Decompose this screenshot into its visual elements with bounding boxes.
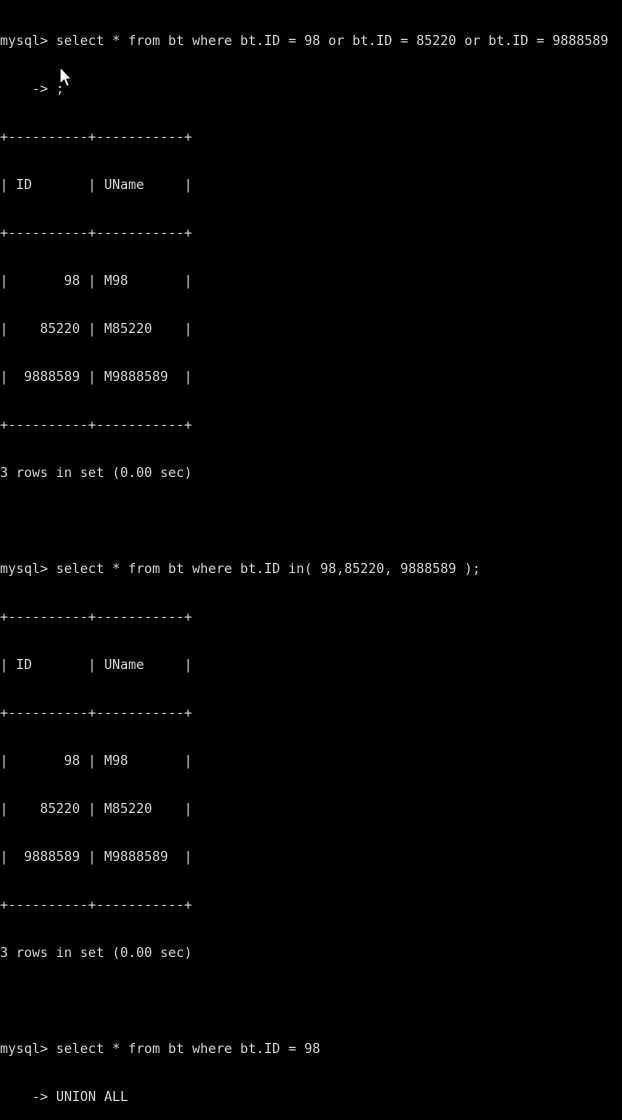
terminal-line: | ID | UName |	[0, 658, 193, 673]
terminal-line: +----------+-----------+	[0, 706, 193, 721]
terminal-line: -> UNION ALL	[0, 1090, 129, 1105]
terminal-line: +----------+-----------+	[0, 226, 193, 241]
terminal-line: mysql> select * from bt where bt.ID = 98…	[0, 34, 609, 49]
terminal-line: | 9888589 | M9888589 |	[0, 370, 193, 385]
terminal-line: 3 rows in set (0.00 sec)	[0, 466, 193, 481]
terminal-line: | 9888589 | M9888589 |	[0, 850, 193, 865]
terminal-line: +----------+-----------+	[0, 418, 193, 433]
terminal-line: +----------+-----------+	[0, 898, 193, 913]
terminal-line: | 98 | M98 |	[0, 274, 193, 289]
terminal-line: | ID | UName |	[0, 178, 193, 193]
terminal-line: 3 rows in set (0.00 sec)	[0, 946, 193, 961]
terminal-line: +----------+-----------+	[0, 130, 193, 145]
terminal-line: -> ;	[0, 82, 65, 97]
terminal-line: mysql> select * from bt where bt.ID in( …	[0, 562, 481, 577]
terminal-screen[interactable]: mysql> select * from bt where bt.ID = 98…	[0, 0, 622, 1105]
terminal-line: | 85220 | M85220 |	[0, 322, 193, 337]
terminal-line: +----------+-----------+	[0, 610, 193, 625]
terminal-line: | 98 | M98 |	[0, 754, 193, 769]
terminal-line: mysql> select * from bt where bt.ID = 98	[0, 1042, 321, 1057]
terminal-line: | 85220 | M85220 |	[0, 802, 193, 817]
